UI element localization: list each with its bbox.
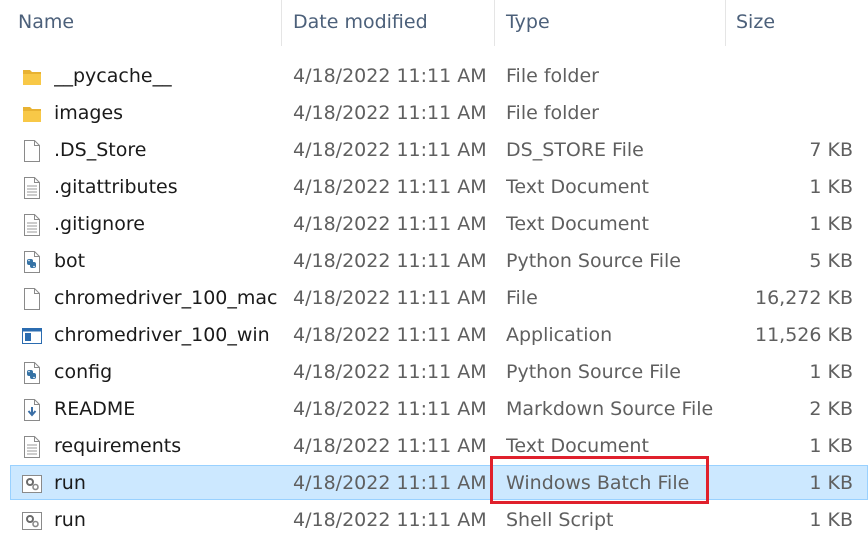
file-size: [727, 59, 853, 94]
file-row[interactable]: run 4/18/2022 11:11 AM Windows Batch File 1…: [10, 465, 868, 500]
file-row[interactable]: images 4/18/2022 11:11 AM File folder: [10, 95, 868, 130]
text-file-icon: [21, 170, 43, 205]
file-date-modified: 4/18/2022 11:11 AM: [293, 324, 487, 346]
application-icon: [21, 318, 43, 353]
file-type: Text Document: [506, 176, 649, 198]
file-name[interactable]: requirements: [54, 429, 289, 464]
file-date-modified: 4/18/2022 11:11 AM: [293, 250, 487, 272]
file-row[interactable]: chromedriver_100_mac 4/18/2022 11:11 AM Fi…: [10, 280, 868, 315]
file-size: 7 KB: [809, 139, 853, 161]
file-row[interactable]: .gitattributes 4/18/2022 11:11 AM Text Doc…: [10, 169, 868, 204]
file-size: 11,526 KB: [754, 324, 853, 346]
column-header-bar: Name Date modified Type Size: [0, 0, 868, 46]
file-row[interactable]: run 4/18/2022 11:11 AM Shell Script 1 KB: [10, 502, 868, 537]
column-header-type[interactable]: Type: [495, 0, 726, 46]
blank-file-icon: [21, 281, 43, 316]
file-size: 1 KB: [809, 176, 853, 198]
file-type: Shell Script: [506, 509, 614, 531]
file-name[interactable]: config: [54, 355, 289, 390]
python-file-icon: [21, 244, 43, 279]
file-date-modified: 4/18/2022 11:11 AM: [293, 361, 487, 383]
batch-file-icon: [21, 466, 43, 501]
file-name[interactable]: .gitattributes: [54, 170, 289, 205]
file-type: Python Source File: [506, 250, 681, 272]
file-date-modified: 4/18/2022 11:11 AM: [293, 176, 487, 198]
file-size: 1 KB: [809, 361, 853, 383]
column-header-size[interactable]: Size: [726, 0, 868, 46]
file-type: File folder: [506, 102, 599, 124]
text-file-icon: [21, 429, 43, 464]
python-file-icon: [21, 355, 43, 390]
file-row[interactable]: chromedriver_100_win 4/18/2022 11:11 AM Ap…: [10, 317, 868, 352]
file-date-modified: 4/18/2022 11:11 AM: [293, 472, 487, 494]
file-name[interactable]: __pycache__: [54, 59, 289, 94]
file-date-modified: 4/18/2022 11:11 AM: [293, 102, 487, 124]
file-row[interactable]: bot 4/18/2022 11:11 AM Python Source File 5…: [10, 243, 868, 278]
file-row[interactable]: README 4/18/2022 11:11 AM Markdown Source …: [10, 391, 868, 426]
file-type: Python Source File: [506, 361, 681, 383]
column-header-date-modified[interactable]: Date modified: [282, 0, 495, 46]
file-size: 1 KB: [809, 213, 853, 235]
file-type: Markdown Source File: [506, 398, 714, 420]
highlight-annotation-box: [490, 456, 709, 504]
folder-icon: [21, 59, 43, 94]
folder-icon: [21, 96, 43, 131]
markdown-file-icon: [21, 392, 43, 427]
file-row[interactable]: .gitignore 4/18/2022 11:11 AM Text Documen…: [10, 206, 868, 241]
file-row[interactable]: requirements 4/18/2022 11:11 AM Text Docum…: [10, 428, 868, 463]
file-name[interactable]: .gitignore: [54, 207, 289, 242]
file-type: Application: [506, 324, 613, 346]
file-date-modified: 4/18/2022 11:11 AM: [293, 213, 487, 235]
file-size: [727, 96, 853, 131]
file-date-modified: 4/18/2022 11:11 AM: [293, 287, 487, 309]
file-type: Text Document: [506, 213, 649, 235]
blank-file-icon: [21, 133, 43, 168]
file-name[interactable]: run: [54, 466, 289, 501]
file-name[interactable]: run: [54, 503, 289, 538]
file-type: File: [506, 287, 538, 309]
file-name[interactable]: .DS_Store: [54, 133, 289, 168]
file-row[interactable]: config 4/18/2022 11:11 AM Python Source Fi…: [10, 354, 868, 389]
text-file-icon: [21, 207, 43, 242]
file-size: 1 KB: [809, 435, 853, 457]
file-size: 16,272 KB: [754, 287, 853, 309]
file-date-modified: 4/18/2022 11:11 AM: [293, 398, 487, 420]
file-name[interactable]: chromedriver_100_win: [54, 318, 289, 353]
file-name[interactable]: images: [54, 96, 289, 131]
file-size: 2 KB: [809, 398, 853, 420]
file-size: 1 KB: [809, 472, 853, 494]
script-file-icon: [21, 503, 43, 538]
file-date-modified: 4/18/2022 11:11 AM: [293, 65, 487, 87]
file-date-modified: 4/18/2022 11:11 AM: [293, 139, 487, 161]
file-type: DS_STORE File: [506, 139, 644, 161]
column-header-name[interactable]: Name: [0, 0, 282, 46]
file-name[interactable]: README: [54, 392, 289, 427]
file-name[interactable]: chromedriver_100_mac: [54, 281, 289, 316]
file-date-modified: 4/18/2022 11:11 AM: [293, 509, 487, 531]
file-row[interactable]: .DS_Store 4/18/2022 11:11 AM DS_STORE File…: [10, 132, 868, 167]
file-date-modified: 4/18/2022 11:11 AM: [293, 435, 487, 457]
file-type: File folder: [506, 65, 599, 87]
file-size: 1 KB: [809, 509, 853, 531]
file-size: 5 KB: [809, 250, 853, 272]
file-name[interactable]: bot: [54, 244, 289, 279]
file-row[interactable]: __pycache__ 4/18/2022 11:11 AM File folder: [10, 58, 868, 93]
